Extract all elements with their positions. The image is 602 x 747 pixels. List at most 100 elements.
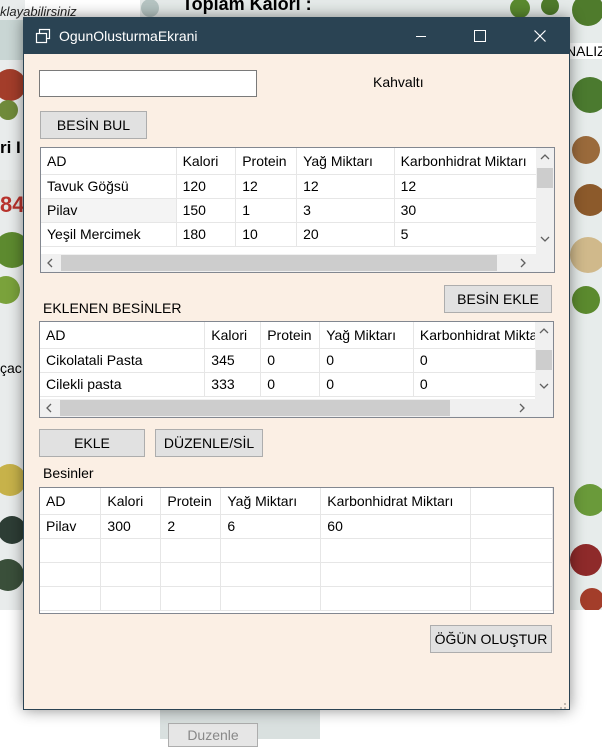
table-cell[interactable] (320, 586, 472, 611)
column-header[interactable]: Kalori (100, 488, 162, 515)
horizontal-scrollbar[interactable] (40, 399, 535, 417)
table-cell[interactable]: Yeşil Mercimek (41, 222, 177, 247)
table-cell[interactable] (470, 538, 553, 563)
besinler-grid[interactable]: AD Kalori Protein Yağ Miktarı Karbonhidr… (39, 487, 554, 614)
search-input[interactable] (39, 70, 257, 97)
table-cell[interactable]: 120 (176, 174, 237, 199)
table-cell[interactable]: 10 (235, 222, 298, 247)
table-row[interactable] (40, 538, 553, 563)
find-food-button[interactable]: BESİN BUL (40, 111, 147, 139)
table-cell[interactable]: 0 (413, 348, 553, 373)
column-header[interactable]: AD (41, 148, 177, 175)
table-cell[interactable]: 6 (220, 514, 322, 539)
scroll-right-icon[interactable] (514, 254, 532, 272)
table-cell[interactable]: 300 (100, 514, 162, 539)
table-cell[interactable]: 60 (320, 514, 472, 539)
table-cell[interactable] (220, 562, 322, 587)
table-cell[interactable] (320, 562, 472, 587)
table-row[interactable] (40, 586, 553, 611)
column-header[interactable]: Kalori (204, 322, 262, 349)
scroll-thumb[interactable] (60, 400, 450, 416)
table-cell[interactable]: 180 (176, 222, 237, 247)
scroll-thumb[interactable] (537, 168, 553, 188)
table-cell[interactable]: 12 (296, 174, 395, 199)
table-row[interactable]: Cikolatali Pasta 345 0 0 0 (40, 348, 553, 373)
scroll-left-icon[interactable] (40, 399, 58, 417)
column-header[interactable]: Kalori (176, 148, 237, 175)
table-cell[interactable]: Pilav (40, 514, 102, 539)
table-cell[interactable] (220, 586, 322, 611)
table-cell[interactable] (470, 586, 553, 611)
create-meal-button[interactable]: ÖĞÜN OLUŞTUR (430, 625, 552, 653)
added-foods-grid[interactable]: AD Kalori Protein Yağ Miktarı Karbonhidr… (39, 321, 554, 418)
close-icon[interactable] (510, 18, 569, 54)
table-cell[interactable] (160, 562, 222, 587)
table-cell[interactable]: Tavuk Göğsü (41, 174, 177, 199)
table-cell[interactable]: 0 (319, 348, 414, 373)
table-cell[interactable]: 0 (260, 372, 321, 397)
table-cell[interactable] (100, 586, 162, 611)
table-cell[interactable]: Pilav (41, 198, 177, 223)
column-header[interactable]: Yağ Miktarı (220, 488, 322, 515)
add-button[interactable]: EKLE (39, 429, 145, 457)
table-cell[interactable]: 20 (296, 222, 395, 247)
horizontal-scrollbar[interactable] (41, 254, 536, 272)
table-cell[interactable]: 1 (235, 198, 298, 223)
scroll-left-icon[interactable] (41, 254, 59, 272)
column-header[interactable]: Yağ Miktarı (296, 148, 395, 175)
scroll-up-icon[interactable] (535, 322, 553, 340)
column-header[interactable]: Karbonhidrat Miktarı (413, 322, 553, 349)
title-bar[interactable]: OgunOlusturmaEkrani (24, 18, 569, 54)
scroll-down-icon[interactable] (535, 377, 553, 395)
scroll-thumb[interactable] (536, 350, 552, 370)
minimize-icon[interactable] (391, 18, 450, 54)
column-header[interactable]: Protein (260, 322, 321, 349)
table-cell[interactable]: 5 (394, 222, 554, 247)
table-cell[interactable]: Cikolatali Pasta (40, 348, 206, 373)
table-cell[interactable]: 0 (413, 372, 553, 397)
table-row[interactable]: Tavuk Göğsü 120 12 12 12 (41, 174, 554, 199)
column-header[interactable]: AD (40, 488, 102, 515)
table-cell[interactable] (160, 538, 222, 563)
table-cell[interactable] (160, 586, 222, 611)
table-cell[interactable]: Cilekli pasta (40, 372, 206, 397)
table-cell[interactable] (40, 562, 102, 587)
table-cell[interactable] (320, 538, 472, 563)
table-cell[interactable]: 3 (296, 198, 395, 223)
scroll-down-icon[interactable] (536, 230, 554, 248)
table-cell[interactable]: 12 (394, 174, 554, 199)
table-cell[interactable] (470, 562, 553, 587)
vertical-scrollbar[interactable] (536, 148, 554, 254)
table-row[interactable]: Pilav 300 2 6 60 (40, 514, 553, 539)
column-header[interactable]: Yağ Miktarı (319, 322, 414, 349)
table-cell[interactable]: 345 (204, 348, 262, 373)
column-header[interactable]: Protein (235, 148, 298, 175)
column-header[interactable]: Karbonhidrat Miktarı (394, 148, 554, 175)
maximize-icon[interactable] (450, 18, 509, 54)
table-cell[interactable]: 2 (160, 514, 222, 539)
table-cell[interactable] (40, 586, 102, 611)
resize-grip-icon[interactable] (557, 697, 567, 709)
table-cell[interactable]: 150 (176, 198, 237, 223)
scroll-thumb[interactable] (61, 255, 497, 271)
vertical-scrollbar[interactable] (535, 322, 553, 399)
table-cell[interactable] (100, 538, 162, 563)
add-food-button[interactable]: BESİN EKLE (444, 285, 552, 313)
table-cell[interactable] (40, 538, 102, 563)
foods-grid[interactable]: AD Kalori Protein Yağ Miktarı Karbonhidr… (40, 147, 555, 273)
scroll-right-icon[interactable] (513, 399, 531, 417)
table-cell[interactable]: 0 (260, 348, 321, 373)
table-cell[interactable] (100, 562, 162, 587)
table-row[interactable]: Yeşil Mercimek 180 10 20 5 (41, 222, 554, 247)
table-row[interactable]: Cilekli pasta 333 0 0 0 (40, 372, 553, 397)
table-row[interactable]: Pilav 150 1 3 30 (41, 198, 554, 223)
column-header[interactable]: Protein (160, 488, 222, 515)
scroll-up-icon[interactable] (536, 148, 554, 166)
table-cell[interactable]: 0 (319, 372, 414, 397)
table-cell[interactable]: 30 (394, 198, 554, 223)
table-cell[interactable]: 12 (235, 174, 298, 199)
table-row[interactable] (40, 562, 553, 587)
edit-delete-button[interactable]: DÜZENLE/SİL (155, 429, 263, 457)
table-cell[interactable] (470, 514, 553, 539)
table-cell[interactable]: 333 (204, 372, 262, 397)
